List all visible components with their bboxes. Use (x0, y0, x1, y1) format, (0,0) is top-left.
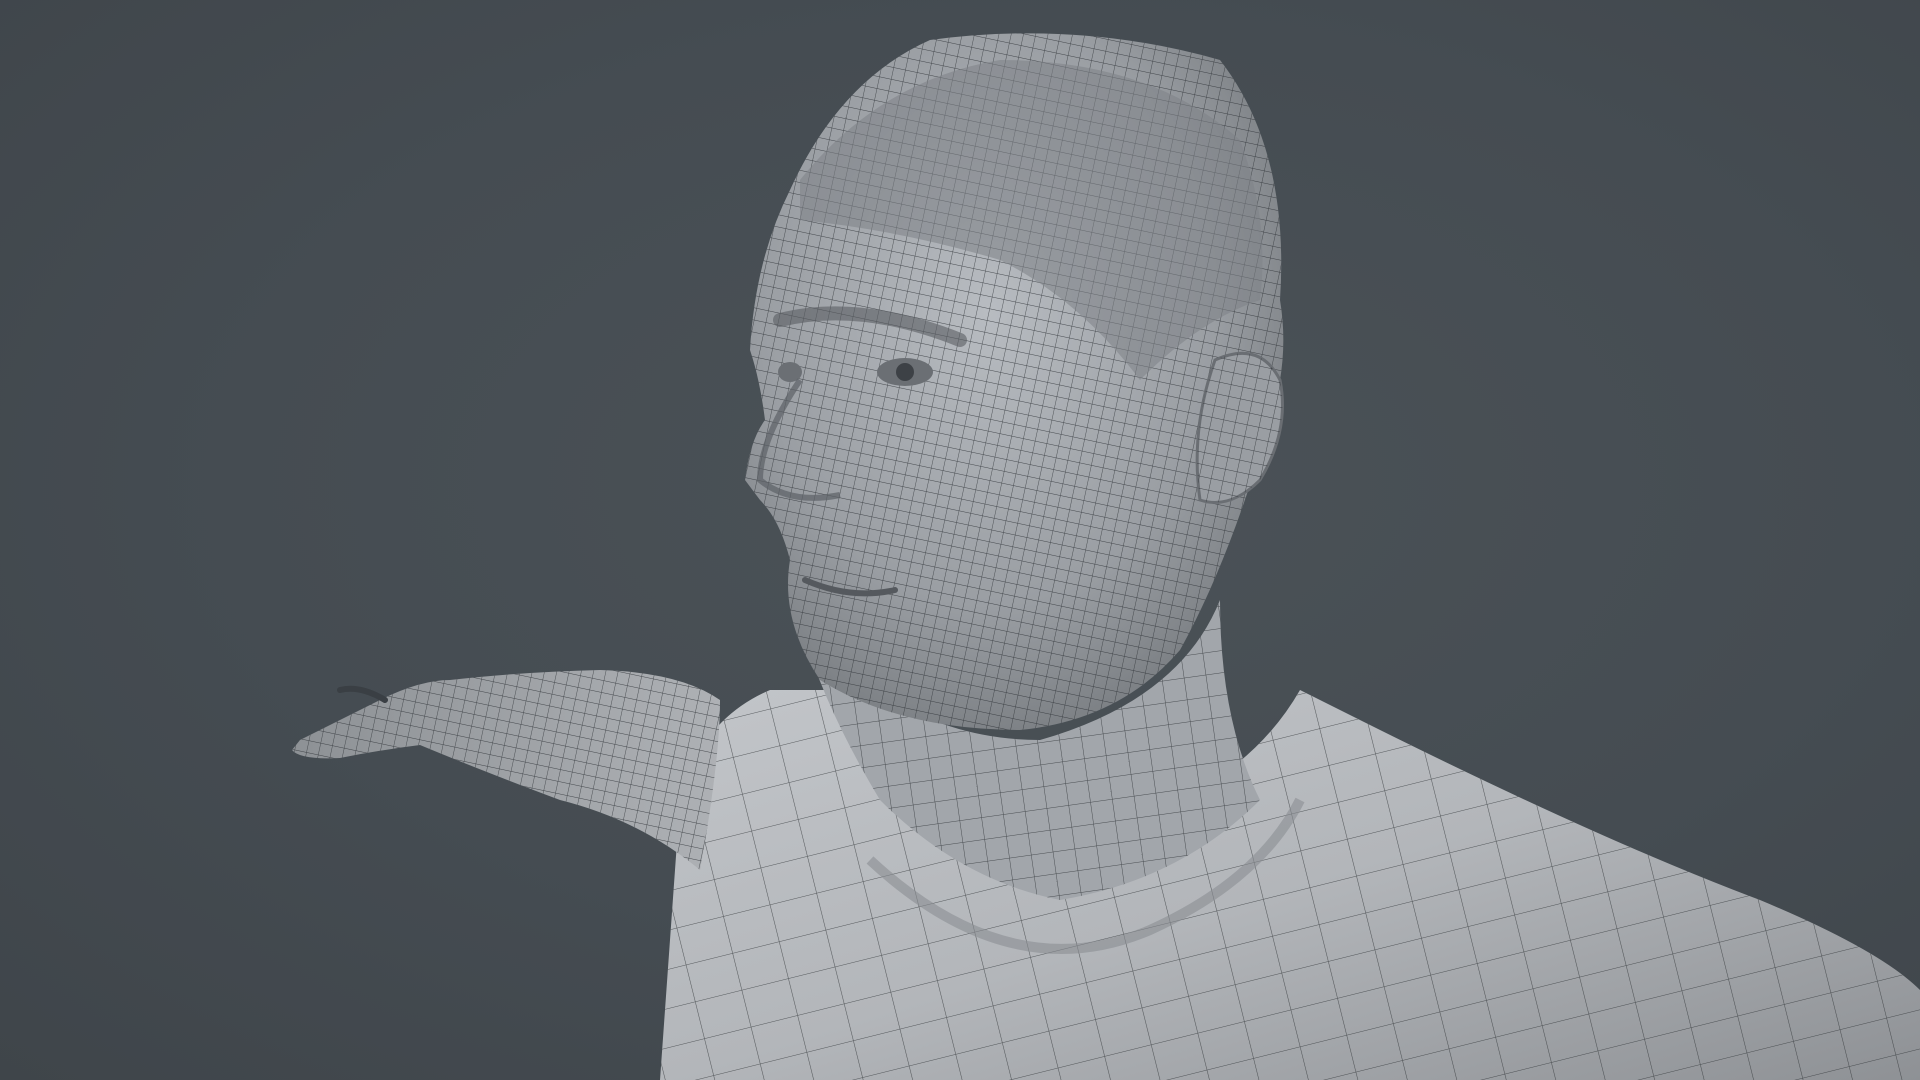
head-mesh (745, 33, 1284, 731)
3d-viewport[interactable] (0, 0, 1920, 1080)
wireframe-model[interactable] (0, 0, 1920, 1080)
torso-mesh (660, 690, 1920, 1080)
arm-mesh (292, 670, 720, 870)
